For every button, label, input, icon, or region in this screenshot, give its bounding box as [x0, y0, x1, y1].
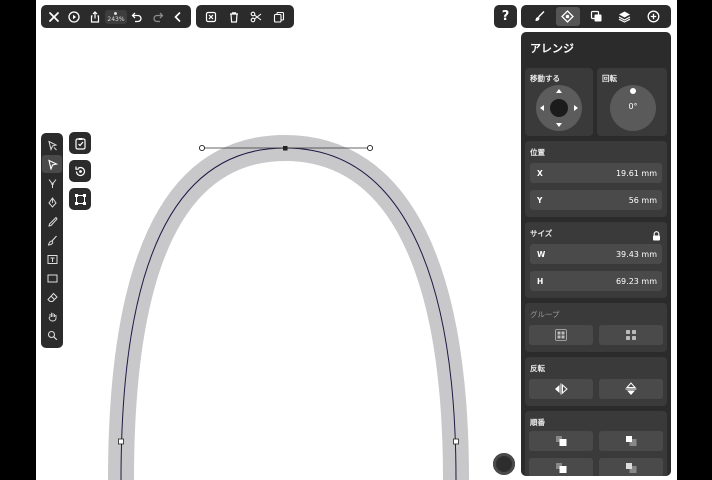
flip-label: 反転: [530, 364, 545, 373]
help-label: ?: [501, 9, 510, 24]
edit-toolbar: [196, 5, 294, 28]
deselect-icon[interactable]: [201, 7, 221, 27]
bezier-handle-right: [366, 144, 374, 152]
brush-tool-icon[interactable]: [42, 231, 62, 249]
dpad-arrows-icon: [540, 89, 578, 127]
bring-to-front-button[interactable]: [529, 431, 593, 451]
order-card: 順番: [525, 411, 667, 476]
y-label: Y: [537, 195, 543, 205]
group-label: グループ: [530, 310, 560, 319]
brush-icon[interactable]: [527, 7, 551, 26]
zoom-level-indicator[interactable]: 243%: [104, 9, 127, 24]
rotate-card: 回転 0°: [597, 68, 667, 136]
group-button[interactable]: [529, 325, 593, 345]
w-label: W: [537, 249, 546, 259]
share-icon[interactable]: [85, 7, 105, 27]
rotate-icon: [74, 165, 87, 178]
text-icon[interactable]: [42, 251, 62, 269]
move-card: 移動する: [525, 68, 593, 136]
position-label: 位置: [530, 148, 545, 157]
pencil-icon[interactable]: [42, 212, 62, 230]
panel-title: アレンジ: [530, 42, 574, 55]
group-icon: [555, 329, 567, 341]
x-value: 19.61 mm: [615, 168, 657, 178]
eraser-icon[interactable]: [42, 289, 62, 307]
close-icon[interactable]: [44, 7, 64, 27]
bring-forward-icon: [555, 463, 566, 473]
mode-toolbar: [521, 5, 671, 28]
direct-select-icon[interactable]: [42, 136, 62, 154]
send-to-back-button[interactable]: [599, 431, 663, 451]
size-label: サイズ: [530, 229, 553, 238]
size-w-field[interactable]: W 39.43 mm: [530, 244, 662, 264]
position-card: 位置 X 19.61 mm Y 56 mm: [525, 141, 667, 217]
ungroup-icon: [626, 330, 636, 340]
position-x-field[interactable]: X 19.61 mm: [530, 163, 662, 183]
plus-circle-icon[interactable]: [641, 7, 665, 26]
h-value: 69.23 mm: [615, 276, 657, 286]
snapping-button[interactable]: [69, 132, 91, 154]
redo-icon[interactable]: [148, 7, 168, 27]
copy-icon[interactable]: [269, 7, 289, 27]
overlap-icon[interactable]: [584, 7, 608, 26]
undo-icon[interactable]: [127, 7, 147, 27]
anchor-node-left: [118, 438, 124, 445]
flip-horizontal-icon: [555, 383, 568, 395]
pen-icon[interactable]: [42, 193, 62, 211]
y-value: 56 mm: [628, 195, 657, 205]
w-value: 39.43 mm: [615, 249, 657, 259]
flip-vertical-icon: [625, 382, 637, 395]
rotate-value: 0°: [628, 102, 638, 111]
size-card: サイズ W 39.43 mm H 69.23 mm: [525, 222, 667, 298]
arch-shape: [108, 134, 469, 480]
rotate-mode-button[interactable]: [69, 160, 91, 182]
layers-icon[interactable]: [613, 7, 637, 26]
group-card: グループ: [525, 303, 667, 352]
tools-bar: [41, 133, 63, 348]
chevron-left-icon[interactable]: [168, 7, 188, 27]
move-dpad[interactable]: [536, 85, 582, 131]
scissors-icon[interactable]: [246, 7, 266, 27]
main-toolbar: 243%: [41, 5, 191, 28]
select-icon[interactable]: [42, 155, 62, 174]
bring-forward-button[interactable]: [529, 458, 593, 476]
send-to-back-icon: [625, 436, 636, 446]
position-y-field[interactable]: Y 56 mm: [530, 190, 662, 210]
flip-card: 反転: [525, 357, 667, 406]
ungroup-button[interactable]: [599, 325, 663, 345]
bezier-handle-left: [198, 144, 206, 152]
h-label: H: [537, 276, 544, 286]
arrange-panel: アレンジ 移動する 回転 0° 位置 X 19.61 mm Y 56 mm サイ…: [521, 32, 671, 476]
send-backward-button[interactable]: [599, 458, 663, 476]
rotate-dial[interactable]: 0°: [610, 85, 656, 131]
bounding-box-icon: [74, 193, 87, 206]
help-button[interactable]: ?: [494, 5, 517, 28]
flip-horizontal-button[interactable]: [529, 379, 593, 399]
anchor-node-right: [453, 438, 459, 445]
transform-box-button[interactable]: [69, 188, 91, 210]
size-h-field[interactable]: H 69.23 mm: [530, 271, 662, 291]
lock-icon[interactable]: [652, 226, 661, 245]
node-cut-icon[interactable]: [42, 174, 62, 192]
flip-vertical-button[interactable]: [599, 379, 663, 399]
rectangle-icon[interactable]: [42, 270, 62, 288]
rotate-handle[interactable]: [630, 88, 636, 94]
quick-action-button[interactable]: [493, 453, 515, 475]
node-icon[interactable]: [555, 7, 580, 26]
rotate-label: 回転: [602, 74, 617, 83]
x-label: X: [537, 168, 543, 178]
zoom-icon[interactable]: [42, 327, 62, 345]
clipboard-check-icon: [74, 137, 87, 150]
send-backward-icon: [625, 463, 636, 473]
play-icon[interactable]: [64, 7, 84, 27]
move-label: 移動する: [530, 74, 560, 83]
trash-icon[interactable]: [224, 7, 244, 27]
hand-icon[interactable]: [42, 308, 62, 326]
order-label: 順番: [530, 418, 545, 427]
bring-to-front-icon: [555, 436, 566, 446]
anchor-node-top: [283, 146, 288, 151]
